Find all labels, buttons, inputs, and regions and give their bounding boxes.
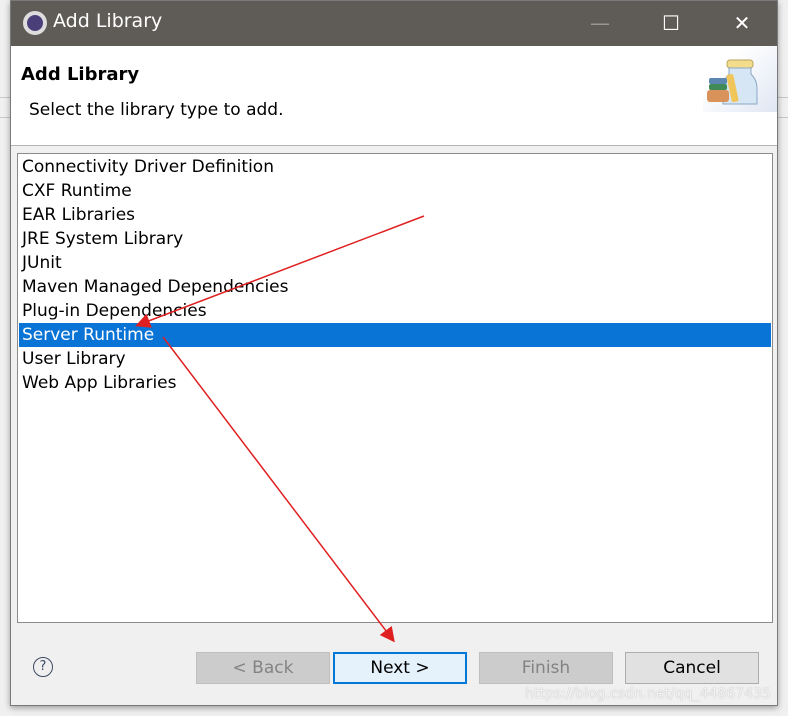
maximize-button[interactable]: ☐	[648, 1, 694, 46]
list-item[interactable]: Server Runtime	[19, 323, 771, 347]
library-type-list[interactable]: Connectivity Driver Definition CXF Runtim…	[17, 153, 773, 623]
minimize-button[interactable]: —	[577, 1, 623, 46]
finish-button[interactable]: Finish	[479, 652, 613, 684]
list-item[interactable]: Web App Libraries	[19, 371, 771, 395]
back-button[interactable]: < Back	[196, 652, 330, 684]
title-bar: Add Library — ☐ ✕	[11, 1, 777, 46]
list-item[interactable]: Plug-in Dependencies	[19, 299, 771, 323]
list-item[interactable]: JUnit	[19, 251, 771, 275]
list-item[interactable]: Maven Managed Dependencies	[19, 275, 771, 299]
eclipse-icon	[23, 11, 47, 35]
list-item[interactable]: JRE System Library	[19, 227, 771, 251]
add-library-dialog: Add Library — ☐ ✕ Add Library Select the…	[10, 0, 778, 706]
page-description: Select the library type to add.	[29, 100, 284, 120]
list-item[interactable]: User Library	[19, 347, 771, 371]
list-item[interactable]: EAR Libraries	[19, 203, 771, 227]
cancel-button[interactable]: Cancel	[625, 652, 759, 684]
page-title: Add Library	[21, 64, 140, 85]
window-title: Add Library	[53, 10, 163, 32]
list-item[interactable]: Connectivity Driver Definition	[19, 155, 771, 179]
next-button[interactable]: Next >	[333, 652, 467, 684]
wizard-header: Add Library Select the library type to a…	[11, 46, 777, 146]
watermark: https://blog.csdn.net/qq_44867435	[525, 686, 771, 702]
list-item[interactable]: CXF Runtime	[19, 179, 771, 203]
library-jar-icon	[703, 46, 777, 112]
help-icon[interactable]: ?	[33, 657, 53, 677]
close-button[interactable]: ✕	[719, 1, 765, 46]
